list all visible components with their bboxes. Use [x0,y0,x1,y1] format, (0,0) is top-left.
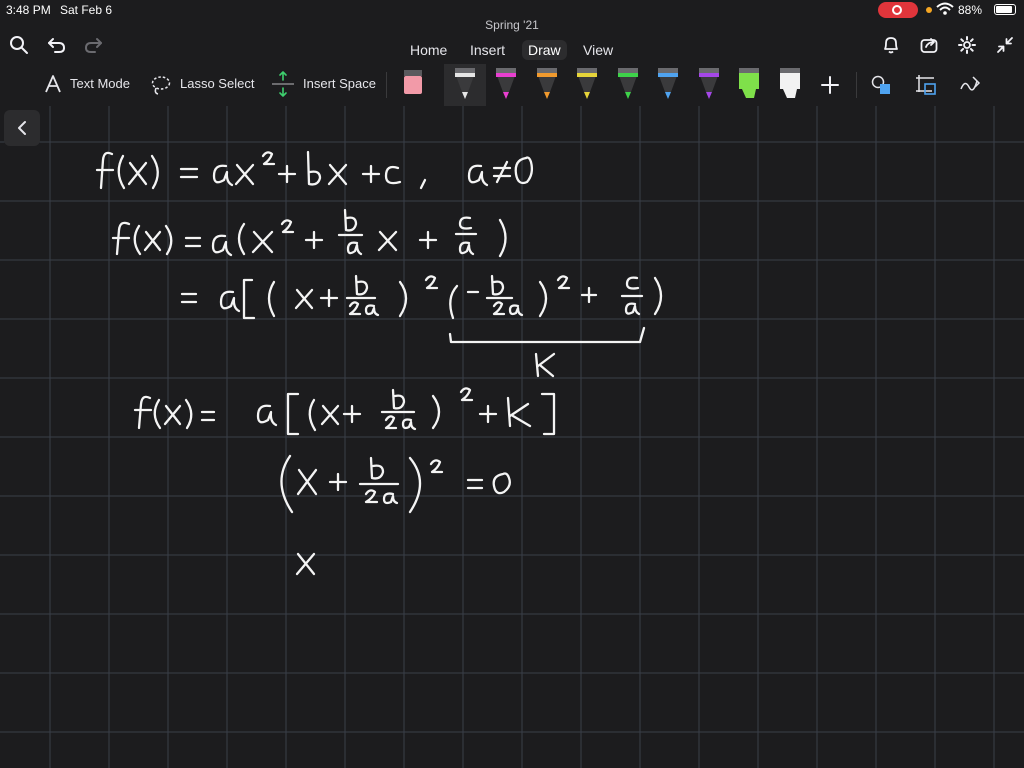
gear-icon[interactable] [956,34,978,56]
ink-line-1 [95,150,534,190]
wifi-icon [936,2,954,15]
tab-view[interactable]: View [577,40,619,60]
green-pen-tool[interactable] [617,68,639,102]
add-pen-icon[interactable] [819,74,841,96]
ink-underbrace-k [448,326,646,378]
tab-insert[interactable]: Insert [464,40,511,60]
bell-icon[interactable] [880,34,902,56]
ink-line-6 [295,552,316,576]
toolbar-divider [856,72,857,98]
ink-to-shape-icon[interactable] [912,72,938,98]
blue-pen-tool[interactable] [657,68,679,102]
collapse-icon[interactable] [994,34,1016,56]
top-bar [0,28,1024,64]
draw-toolbar: Text Mode Lasso Select Insert Space [0,64,1024,162]
mic-indicator-icon [926,7,932,13]
status-bar: 3:48 PM Sat Feb 6 88% [0,0,1024,20]
magenta-pen-tool[interactable] [495,68,517,102]
status-time: 3:48 PM [6,3,51,17]
ink-to-math-icon[interactable] [958,73,982,97]
green-highlighter-tool[interactable] [738,68,760,102]
tab-home[interactable]: Home [404,40,453,60]
screen-recording-icon [878,2,918,18]
insert-space-button[interactable]: Insert Space [303,76,376,91]
orange-pen-tool[interactable] [536,68,558,102]
ink-line-3 [180,274,663,320]
text-mode-button[interactable]: Text Mode [70,76,130,91]
ink-line-2 [111,208,507,258]
share-icon[interactable] [918,34,940,56]
tab-draw[interactable]: Draw [522,40,567,60]
status-date: Sat Feb 6 [60,3,113,17]
battery-percent: 88% [958,3,983,17]
white-highlighter-tool[interactable] [779,68,801,102]
white-pen-tool[interactable] [454,68,476,102]
search-icon[interactable] [8,34,30,56]
shapes-icon[interactable] [870,74,892,96]
undo-icon[interactable] [46,34,68,56]
toolbar-divider [386,72,387,98]
yellow-pen-tool[interactable] [576,68,598,102]
redo-icon[interactable] [82,34,104,56]
text-mode-icon [45,75,61,93]
purple-pen-tool[interactable] [698,68,720,102]
ink-line-5 [280,454,511,514]
ink-line-4 [133,387,556,436]
note-canvas[interactable] [0,106,1024,768]
lasso-select-button[interactable]: Lasso Select [180,76,254,91]
lasso-icon [151,76,171,95]
battery-icon [994,4,1016,15]
pink-highlighter-tool[interactable] [402,68,424,102]
insert-space-icon [272,71,294,97]
handwritten-math-ink [95,150,663,576]
